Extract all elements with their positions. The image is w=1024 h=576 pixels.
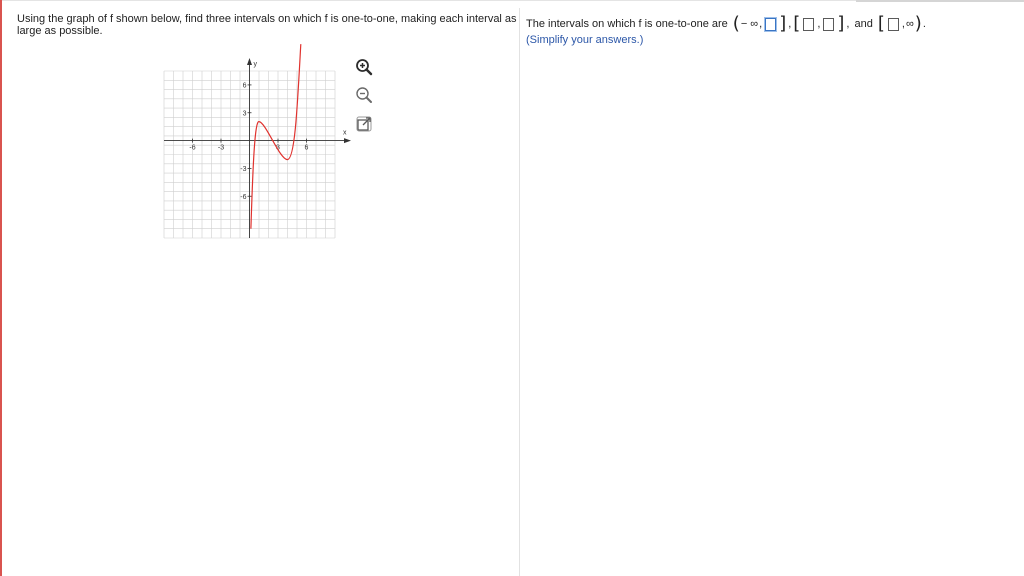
external-window-icon [356,116,372,132]
x-axis-label: x [343,130,347,137]
panel-divider [519,8,520,576]
bracket-close: ] [837,13,845,34]
y-axis-arrow [247,58,252,65]
interval-2-end-input[interactable] [823,17,835,31]
x-tick-label: 6 [305,145,309,152]
magnifier-plus-icon [356,59,373,76]
interval-3-start-input[interactable] [887,17,899,31]
zoom-in-button[interactable] [354,57,374,77]
neg-infinity: − ∞ [740,18,759,30]
and-text: and [854,18,873,30]
close-paren: ) [914,13,922,34]
popout-graph-button[interactable] [354,114,374,134]
y-tick-label: 6 [243,82,247,89]
y-tick-label: 3 [243,110,247,117]
question-text: Using the graph of f shown below, find t… [17,13,517,37]
simplify-hint: (Simplify your answers.) [526,34,644,46]
interval-1-end-input[interactable] [765,17,777,31]
y-tick-label: -6 [240,194,246,201]
left-accent-rule [0,0,2,576]
answer-line: The intervals on which f is one-to-one a… [526,15,1016,33]
open-paren: ( [732,13,740,34]
y-tick-label: -3 [240,166,246,173]
x-tick-label: -6 [189,145,195,152]
function-graph: -6 -3 3 6 6 3 -3 -6 x y [150,44,373,245]
answer-lead-text: The intervals on which f is one-to-one a… [526,18,728,30]
comma: , [901,18,905,30]
comma: , [788,18,792,30]
comma: , [759,18,763,30]
bracket-open: [ [793,13,801,34]
top-accent-bar [856,0,1024,2]
comma: , [846,18,850,30]
magnifier-minus-icon [356,87,372,103]
graph-svg: -6 -3 3 663-3-6 x y [163,44,351,239]
zoom-out-button[interactable] [354,85,374,105]
y-axis-label: y [254,61,258,68]
interval-2-start-input[interactable] [803,17,815,31]
x-axis-arrow [344,138,351,144]
bracket-open: [ [877,13,885,34]
answer-panel: The intervals on which f is one-to-one a… [526,15,1016,47]
bracket-close: ] [779,13,787,34]
comma: , [817,18,821,30]
x-tick-label: -3 [218,145,224,152]
graph-ticks: -6 -3 3 663-3-6 [189,82,308,200]
pos-infinity: ∞ [905,18,914,30]
period: . [922,18,926,30]
